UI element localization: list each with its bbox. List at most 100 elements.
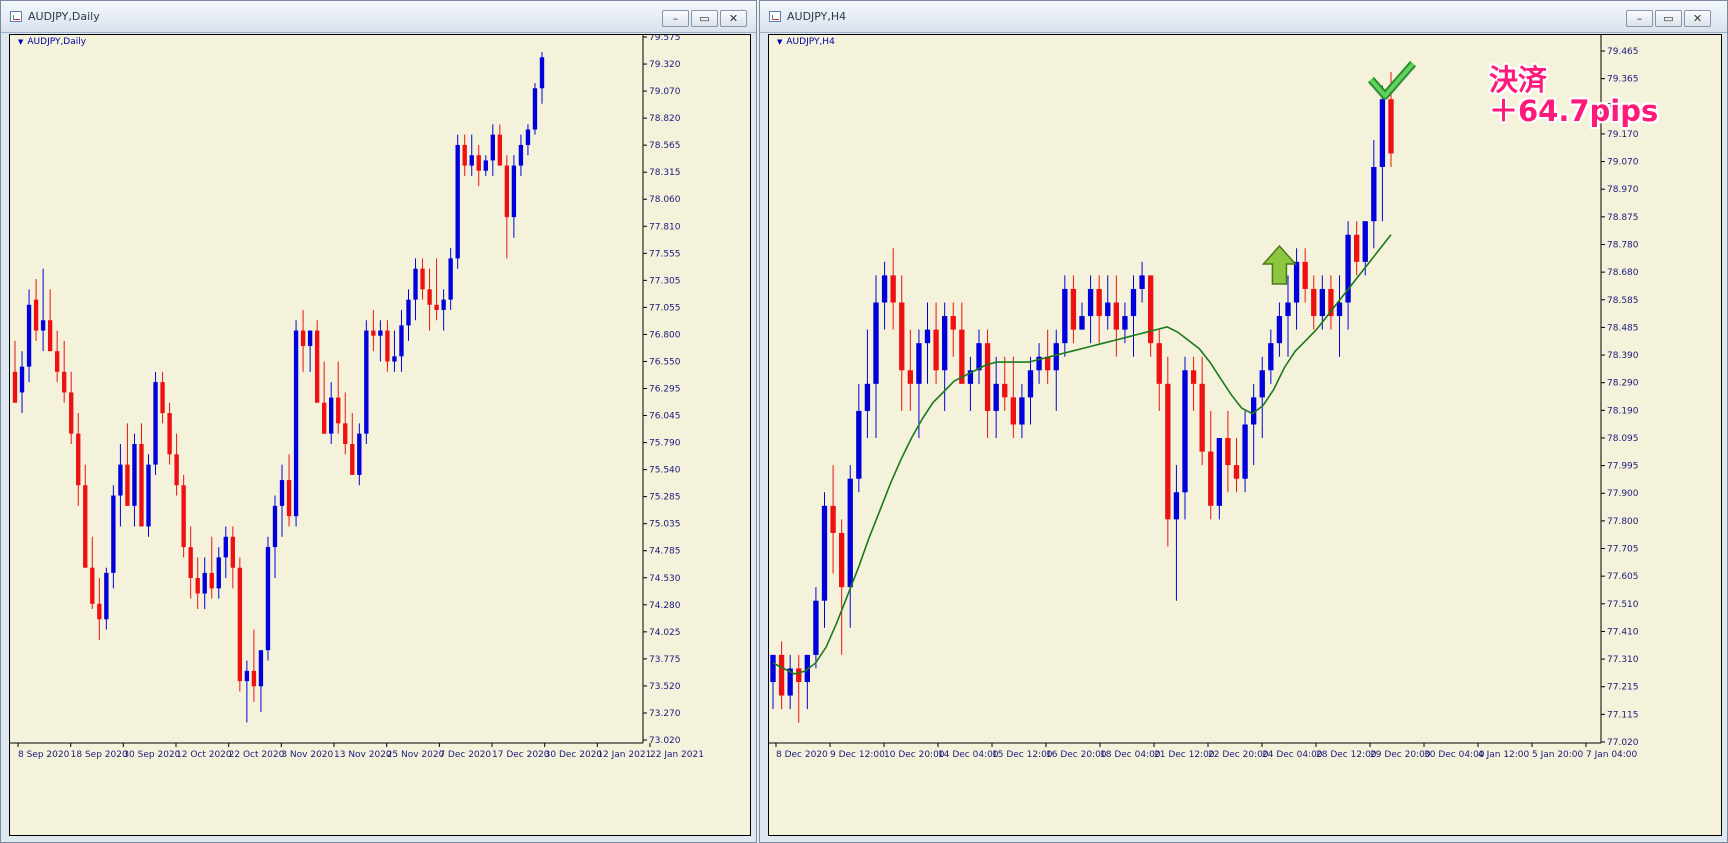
x-tick-label: 22 Jan 2021	[650, 750, 704, 760]
candle-body	[1268, 343, 1274, 371]
y-tick-label: 73.520	[649, 682, 681, 692]
candle-body	[1062, 288, 1068, 344]
x-tick-label: 29 Dec 20:00	[1370, 750, 1431, 760]
y-tick-label: 77.555	[649, 249, 681, 259]
candle-body	[448, 258, 453, 300]
candle-body	[1362, 221, 1368, 262]
candle-body	[1302, 261, 1308, 289]
candle-body	[796, 668, 802, 683]
candle-body	[244, 670, 250, 682]
close-button[interactable]: ✕	[1684, 10, 1711, 27]
x-tick-label: 25 Nov 2020	[387, 750, 445, 760]
y-tick-label: 78.190	[1607, 406, 1639, 416]
y-tick-label: 73.775	[649, 655, 681, 665]
daily-window-titlebar[interactable]: AUDJPY,Daily – ▭ ✕	[1, 1, 756, 33]
h4-chart-window: AUDJPY,H4 – ▭ ✕ AUDJPY,H4 79.46579.36579…	[759, 0, 1728, 843]
x-tick-label: 5 Jan 20:00	[1532, 750, 1584, 760]
y-tick-label: 77.055	[649, 303, 681, 313]
x-tick-label: 7 Jan 04:00	[1586, 750, 1638, 760]
y-tick-label: 77.995	[1607, 462, 1639, 472]
candle-body	[104, 572, 109, 620]
candle-body	[813, 600, 819, 655]
candle-body	[223, 536, 228, 558]
candle-body	[167, 413, 172, 455]
candle-body	[1233, 465, 1240, 479]
candle-body	[1053, 343, 1059, 371]
y-tick-label: 79.465	[1607, 47, 1639, 57]
candle-body	[286, 480, 292, 517]
x-tick-label: 8 Dec 2020	[776, 750, 828, 760]
candle-body	[40, 320, 46, 331]
candle-body	[188, 547, 193, 579]
y-tick-label: 76.045	[649, 412, 681, 422]
candle-body	[924, 329, 931, 344]
candle-body	[1190, 370, 1197, 384]
candle-body	[279, 480, 285, 506]
candle-body	[329, 397, 334, 434]
candle-body	[392, 356, 397, 362]
restore-button[interactable]: ▭	[1655, 10, 1682, 27]
candle-body	[1087, 288, 1094, 317]
candle-body	[1165, 383, 1171, 520]
candle-body	[413, 268, 418, 300]
y-tick-label: 76.550	[649, 357, 681, 367]
y-tick-label: 77.410	[1607, 627, 1639, 637]
candle-body	[230, 536, 236, 568]
close-button[interactable]: ✕	[720, 10, 747, 27]
y-tick-label: 77.115	[1607, 710, 1639, 720]
daily-chart-window: AUDJPY,Daily – ▭ ✕ AUDJPY,Daily 79.57579…	[0, 0, 757, 843]
candle-body	[950, 316, 956, 330]
y-tick-label: 78.680	[1607, 268, 1639, 278]
candle-body	[455, 144, 460, 259]
y-tick-label: 77.900	[1607, 489, 1639, 499]
y-tick-label: 78.780	[1607, 240, 1639, 250]
candle-body	[202, 572, 207, 594]
daily-chart-area[interactable]: AUDJPY,Daily 79.57579.32079.07078.82078.…	[9, 34, 751, 836]
candle-body	[97, 603, 102, 620]
candle-body	[518, 144, 524, 166]
y-tick-label: 77.310	[1607, 655, 1639, 665]
candle-body	[933, 329, 939, 371]
restore-button[interactable]: ▭	[691, 10, 718, 27]
candle-body	[371, 330, 376, 336]
x-tick-label: 13 Nov 2020	[334, 750, 392, 760]
candle-body	[385, 330, 390, 362]
candle-body	[497, 134, 503, 166]
y-tick-label: 78.875	[1607, 213, 1639, 223]
minimize-button[interactable]: –	[1626, 10, 1653, 27]
candle-body	[1105, 302, 1111, 317]
y-tick-label: 78.315	[649, 168, 681, 178]
y-tick-label: 77.510	[1607, 600, 1639, 610]
y-tick-label: 77.810	[649, 222, 681, 232]
h4-chart-area[interactable]: AUDJPY,H4 79.46579.36579.26579.17079.070…	[768, 34, 1722, 836]
x-tick-label: 3 Nov 2020	[281, 750, 333, 760]
candle-body	[1002, 383, 1008, 398]
candle-body	[1070, 288, 1077, 330]
candle-body	[976, 343, 982, 371]
h4-window-titlebar[interactable]: AUDJPY,H4 – ▭ ✕	[760, 1, 1727, 33]
y-tick-label: 78.390	[1607, 351, 1639, 361]
candle-body	[839, 532, 845, 588]
candle-body	[1354, 234, 1360, 262]
h4-window-title: AUDJPY,H4	[787, 10, 847, 23]
candle-body	[830, 505, 836, 533]
candle-body	[195, 578, 200, 594]
candle-body	[54, 351, 60, 372]
candle-body	[1148, 275, 1154, 344]
y-tick-label: 77.215	[1607, 683, 1639, 693]
y-tick-label: 74.530	[649, 574, 681, 584]
candle-body	[873, 302, 879, 384]
candle-body	[251, 670, 257, 687]
x-tick-label: 30 Dec 2020	[545, 750, 603, 760]
y-tick-label: 75.285	[649, 493, 681, 503]
y-tick-label: 74.025	[649, 628, 681, 638]
candle-body	[1276, 316, 1283, 344]
candle-body	[420, 268, 425, 290]
y-tick-label: 78.585	[1607, 296, 1639, 306]
minimize-button[interactable]: –	[662, 10, 689, 27]
candle-body	[406, 299, 411, 326]
candle-body	[539, 57, 545, 89]
green-checkmark-icon	[1367, 61, 1417, 100]
candle-body	[160, 382, 165, 414]
candle-body	[1371, 166, 1377, 222]
